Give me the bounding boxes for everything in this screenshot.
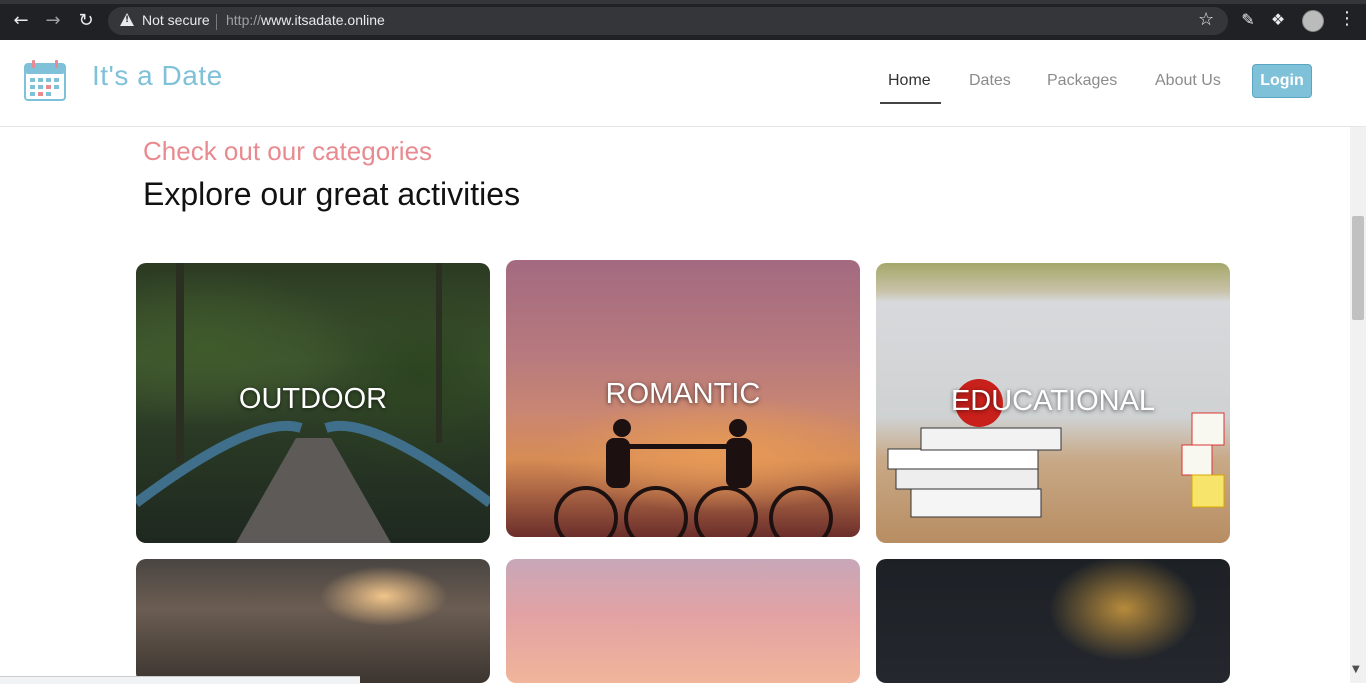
calendar-logo-icon[interactable] [24,59,66,101]
back-arrow-icon[interactable]: ← [10,10,32,32]
url-text[interactable]: http://www.itsadate.online [226,12,385,28]
nav-home[interactable]: Home [888,72,931,90]
url-scheme: http:// [226,12,262,28]
category-card-romantic[interactable]: ROMANTIC [506,260,860,537]
brand-name[interactable]: It's a Date [92,60,223,92]
nav-packages[interactable]: Packages [1047,72,1117,90]
tab-strip [0,0,1366,4]
category-label: EDUCATIONAL [950,385,1156,417]
section-heading: Explore our great activities [143,176,521,212]
url-host: www.itsadate.online [261,12,385,28]
nav-about-us[interactable]: About Us [1155,72,1221,90]
puzzle-extensions-icon[interactable]: ❖ [1268,10,1288,30]
reload-icon[interactable]: ↻ [75,10,97,32]
category-card-educational[interactable]: EDUCATIONAL [876,263,1230,543]
category-card-drinks[interactable] [876,559,1230,683]
warning-icon[interactable] [120,13,134,26]
page-scrollbar[interactable] [1350,127,1366,683]
category-label: ROMANTIC [605,378,761,410]
address-divider [216,14,217,30]
nav-dates[interactable]: Dates [969,72,1011,90]
menu-kebab-icon[interactable]: ⋮ [1338,8,1356,29]
scrollbar-thumb[interactable] [1352,216,1364,320]
browser-toolbar: ← → ↻ Not secure http://www.itsadate.onl… [0,0,1366,40]
category-card-dining[interactable] [136,559,490,683]
login-button[interactable]: Login [1252,64,1312,98]
category-label: OUTDOOR [238,383,388,415]
security-label[interactable]: Not secure [142,12,210,28]
nav-active-indicator [880,102,941,104]
forward-arrow-icon[interactable]: → [42,10,64,32]
bookmark-star-icon[interactable]: ☆ [1198,9,1214,30]
category-card-sky[interactable] [506,559,860,683]
category-card-outdoor[interactable]: OUTDOOR [136,263,490,543]
scroll-down-arrow-icon[interactable]: ▼ [1352,664,1360,675]
address-bar[interactable]: Not secure http://www.itsadate.online [108,7,1228,35]
section-subtitle: Check out our categories [143,136,433,166]
site-header: It's a Date Home Dates Packages About Us… [0,40,1366,127]
profile-avatar[interactable] [1302,10,1324,32]
pen-extension-icon[interactable]: ✎ [1238,10,1258,30]
